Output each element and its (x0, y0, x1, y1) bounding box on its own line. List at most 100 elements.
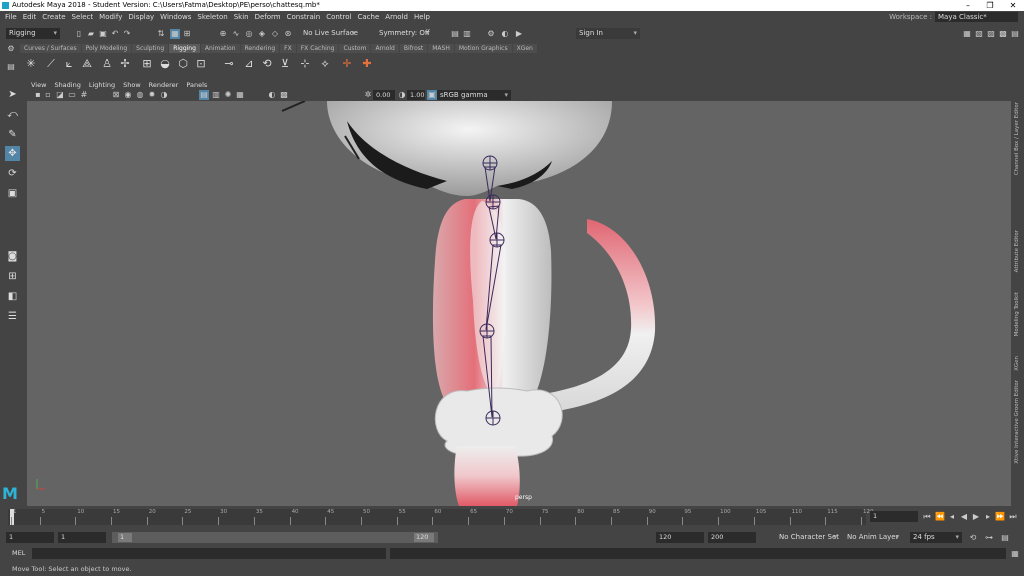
scale-tool-icon[interactable]: ▣ (5, 186, 20, 201)
shelf-tab-animation[interactable]: Animation (200, 44, 240, 53)
shelf-tab-curves-surfaces[interactable]: Curves / Surfaces (20, 44, 81, 53)
shelf-tab-fx[interactable]: FX (280, 44, 296, 53)
perspective-viewport[interactable]: persp (27, 101, 1011, 506)
loop-icon[interactable]: ⟲ (968, 533, 978, 543)
auto-key-icon[interactable]: ⊶ (984, 533, 994, 543)
playback-start-field[interactable]: 1 (58, 532, 106, 543)
menu-help[interactable]: Help (411, 11, 433, 24)
shelf-settings-icon[interactable]: ⚙ (6, 44, 16, 54)
four-view-icon[interactable]: ⊞ (5, 269, 20, 284)
image-plane-icon[interactable]: ▭ (67, 90, 77, 100)
step-forward-key-icon[interactable]: ⏩ (995, 512, 1005, 522)
animation-start-field[interactable]: 1 (6, 532, 54, 543)
play-forwards-icon[interactable]: ▶ (971, 512, 981, 522)
channel-box-icon[interactable]: ▤ (1010, 29, 1020, 39)
shelf-tab-mash[interactable]: MASH (428, 44, 454, 53)
exposure-field[interactable]: 0.00 (373, 90, 395, 100)
panel-layout-icon[interactable]: ▦ (962, 29, 972, 39)
shelf-tab-bifrost[interactable]: Bifrost (399, 44, 428, 53)
aim-constraint-icon[interactable]: ⊹ (298, 57, 312, 71)
shelf-tab-motion-graphics[interactable]: Motion Graphics (454, 44, 512, 53)
scale-constraint-icon[interactable]: ⊻ (278, 57, 292, 71)
maximize-button[interactable]: ❐ (982, 0, 998, 11)
object-mode-icon[interactable]: ▦ (170, 29, 180, 39)
tool-settings-icon[interactable]: ▩ (998, 29, 1008, 39)
preferences-icon[interactable]: ▤ (1000, 533, 1010, 543)
playback-end-field[interactable]: 120 (656, 532, 704, 543)
shelf-tab-rigging[interactable]: Rigging (169, 44, 200, 53)
viewport-menu-show[interactable]: Show (119, 80, 145, 90)
script-editor-icon[interactable]: ▦ (1010, 549, 1020, 559)
mirror-joint-icon[interactable]: ⟁ (80, 57, 94, 71)
lasso-tool-icon[interactable]: ⤺ (5, 107, 20, 122)
pole-vector-icon[interactable]: ⟡ (318, 57, 332, 71)
make-live-icon[interactable]: ⊛ (283, 29, 293, 39)
fps-dropdown[interactable]: 24 fps (910, 532, 962, 543)
command-language-label[interactable]: MEL (12, 549, 25, 557)
paint-select-icon[interactable]: ✎ (5, 127, 20, 142)
gamma-field[interactable]: 1.00 (407, 90, 425, 100)
component-mode-icon[interactable]: ⊞ (182, 29, 192, 39)
modeling-toolkit-icon[interactable]: ▧ (974, 29, 984, 39)
shelf-tab-fx-caching[interactable]: FX Caching (296, 44, 339, 53)
smooth-shade-icon[interactable]: ◉ (123, 90, 133, 100)
rotate-tool-icon[interactable]: ⟳ (5, 166, 20, 181)
render-settings-icon[interactable]: ⚙ (486, 29, 496, 39)
camera-attributes-icon[interactable]: ▫ (43, 90, 53, 100)
shelf-tab-xgen[interactable]: XGen (512, 44, 537, 53)
tab-groom-editor[interactable]: Xtive Interactive Groom Editor (1014, 380, 1020, 464)
textured-icon[interactable]: ◍ (135, 90, 145, 100)
locator-icon[interactable]: ✛ (340, 57, 354, 71)
menu-edit[interactable]: Edit (20, 11, 40, 24)
viewport-menu-view[interactable]: View (27, 80, 50, 90)
grid-toggle-icon[interactable]: # (79, 90, 89, 100)
range-start-handle[interactable]: 1 (118, 533, 132, 542)
workspace-dropdown[interactable]: Maya Classic* (935, 12, 1018, 22)
symmetry-dropdown[interactable]: Symmetry: Off (376, 28, 432, 39)
wireframe-icon[interactable]: ⊠ (111, 90, 121, 100)
close-button[interactable]: ✕ (1005, 0, 1021, 11)
live-surface-field[interactable]: No Live Surface (300, 28, 358, 39)
outliner-icon[interactable]: ☰ (5, 309, 20, 324)
attribute-editor-icon[interactable]: ▨ (986, 29, 996, 39)
anim-layer-dropdown[interactable]: No Anim Layer (844, 532, 902, 543)
select-tool-icon[interactable]: ➤ (5, 87, 20, 102)
character-set-dropdown[interactable]: No Character Set (776, 532, 840, 543)
tail-mesh[interactable] (549, 219, 656, 411)
snap-grid-icon[interactable]: ⊕ (218, 29, 228, 39)
ambient-occlusion-icon[interactable]: ✺ (223, 90, 233, 100)
shelf-tab-rendering[interactable]: Rendering (240, 44, 280, 53)
new-scene-icon[interactable]: ▯ (74, 29, 84, 39)
menu-display[interactable]: Display (125, 11, 157, 24)
point-constraint-icon[interactable]: ⊸ (222, 57, 236, 71)
tab-xgen[interactable]: XGen (1014, 356, 1020, 371)
menu-modify[interactable]: Modify (96, 11, 125, 24)
time-slider[interactable]: 1 5 10 15 20 25 30 35 40 45 50 55 60 65 70 75 80 85 90 95 10… (0, 507, 1024, 529)
viewport-menu-lighting[interactable]: Lighting (85, 80, 119, 90)
ik-spline-icon[interactable]: ⟀ (62, 57, 76, 71)
menu-skeleton[interactable]: Skeleton (194, 11, 230, 24)
bind-skin-icon[interactable]: ⊞ (140, 57, 154, 71)
gate-mask-icon[interactable]: ▩ (279, 90, 289, 100)
menu-file[interactable]: File (0, 11, 20, 24)
go-to-start-icon[interactable]: ⏮ (922, 512, 932, 522)
go-to-end-icon[interactable]: ⏭ (1008, 512, 1018, 522)
menu-control[interactable]: Control (323, 11, 354, 24)
joint-tool-icon[interactable]: ✳ (24, 57, 38, 71)
snap-point-icon[interactable]: ◎ (244, 29, 254, 39)
play-backwards-icon[interactable]: ◀ (959, 512, 969, 522)
open-scene-icon[interactable]: ▰ (86, 29, 96, 39)
menu-windows[interactable]: Windows (157, 11, 194, 24)
exposure-icon[interactable]: ✲ (363, 90, 373, 100)
xray-icon[interactable]: ▥ (211, 90, 221, 100)
save-scene-icon[interactable]: ▣ (98, 29, 108, 39)
snap-view-icon[interactable]: ◈ (257, 29, 267, 39)
orient-constraint-icon[interactable]: ⊿ (242, 57, 256, 71)
viewport-menu-renderer[interactable]: Renderer (145, 80, 183, 90)
paint-weights-icon[interactable]: ◒ (158, 57, 172, 71)
snap-curve-icon[interactable]: ∿ (231, 29, 241, 39)
shelf-menu-icon[interactable]: ▤ (6, 62, 16, 72)
menu-create[interactable]: Create (39, 11, 68, 24)
persp-outliner-icon[interactable]: ◧ (5, 289, 20, 304)
minimize-button[interactable]: – (960, 0, 976, 11)
